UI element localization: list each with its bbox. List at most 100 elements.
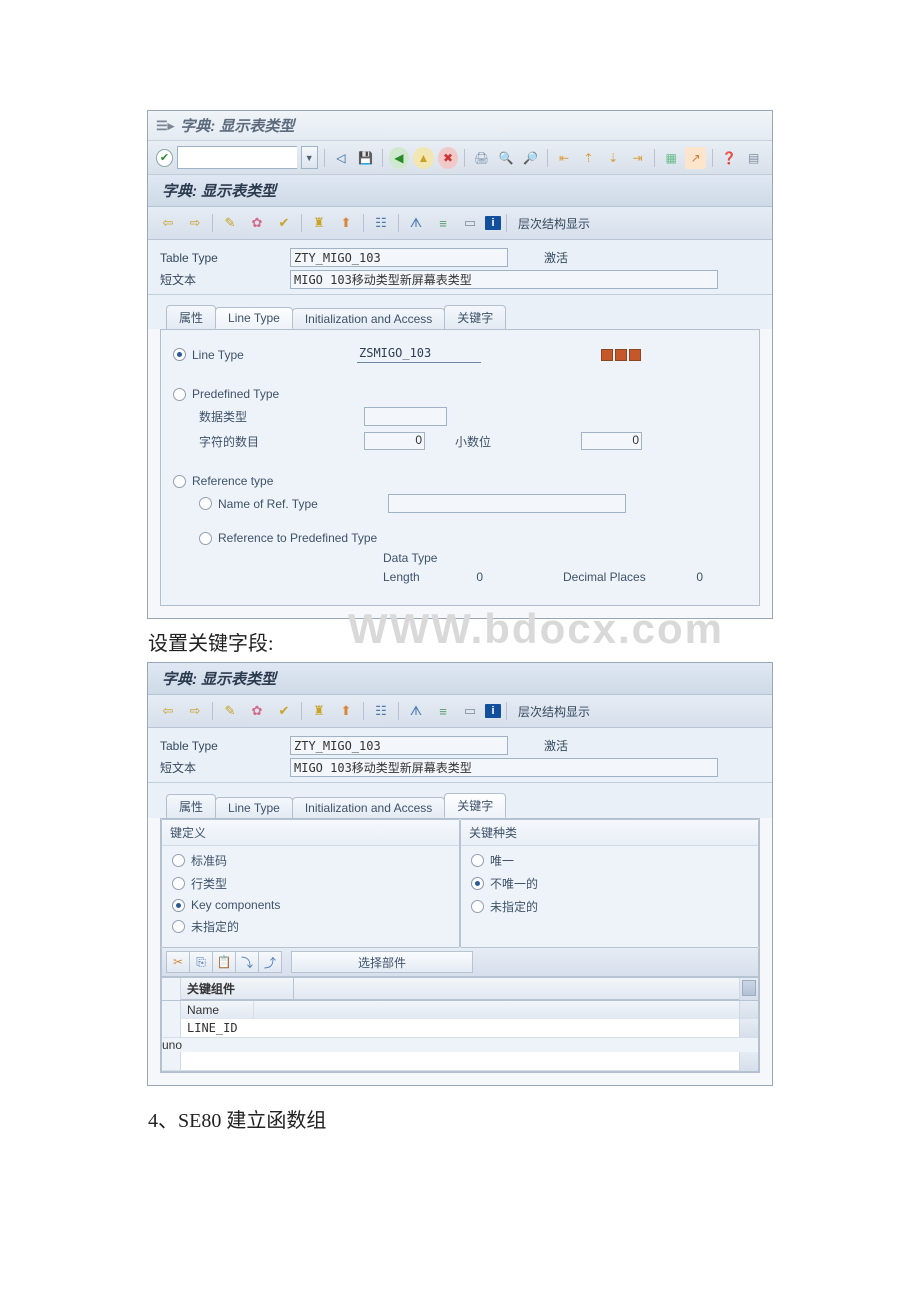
nav-back-icon[interactable]: ⇦	[156, 212, 180, 234]
activate-icon[interactable]: ♜	[307, 700, 331, 722]
tabstrip-2: 属性 Line Type Initialization and Access 关…	[148, 783, 772, 818]
hierarchy-display-label[interactable]: 层次结构显示	[518, 215, 590, 232]
find-next-icon[interactable]: 🔎	[520, 147, 541, 169]
new-session-icon[interactable]: ▦	[661, 147, 682, 169]
table-type-label: Table Type	[160, 739, 290, 753]
header-form-2: Table Type 激活 短文本	[148, 728, 772, 783]
data-type-field	[364, 407, 447, 426]
next-page-icon[interactable]: ⇣	[603, 147, 624, 169]
info-icon[interactable]: i	[485, 704, 501, 718]
col-name-header[interactable]: Name	[181, 1001, 254, 1019]
select-component-button[interactable]: 选择部件	[291, 951, 473, 973]
tab-line-type[interactable]: Line Type	[215, 307, 293, 329]
sap-window-2: 字典: 显示表类型 ⇦ ⇨ ✎ ✿ ✔ ♜ ⬆ ☷ ᗑ ≡ ▭ i 层次结构显示…	[147, 662, 773, 1086]
layout-icon[interactable]: ▤	[743, 147, 764, 169]
exit-icon[interactable]: ▲	[413, 147, 434, 169]
char-count-field: 0	[364, 432, 425, 450]
save-icon[interactable]: 💾	[355, 147, 376, 169]
char-count-label: 字符的数目	[173, 433, 364, 450]
doc-icon[interactable]: ▭	[458, 212, 482, 234]
short-text-label: 短文本	[160, 271, 290, 288]
display-change-icon[interactable]: ✎	[218, 700, 242, 722]
table-row[interactable]	[162, 1052, 758, 1071]
help-icon[interactable]: ❓	[719, 147, 740, 169]
ok-icon[interactable]: ✔	[156, 149, 173, 167]
radio-predef-type[interactable]	[173, 388, 186, 401]
prev-page-icon[interactable]: ⇡	[578, 147, 599, 169]
nav-back-icon[interactable]: ⇦	[156, 700, 180, 722]
check-icon[interactable]: ✔	[272, 700, 296, 722]
row-name-cell[interactable]: LINE_ID	[181, 1019, 739, 1037]
header-form: Table Type 激活 短文本	[148, 240, 772, 295]
delete-row-icon[interactable]: ⤴	[258, 951, 282, 973]
last-page-icon[interactable]: ⇥	[627, 147, 648, 169]
key-comp-title: 关键组件	[181, 978, 294, 1000]
append-icon[interactable]: ≡	[431, 212, 455, 234]
ref-type-label: Reference type	[192, 474, 357, 488]
status-label: 激活	[544, 249, 568, 266]
cut-icon[interactable]: ✂	[166, 951, 190, 973]
where-used-icon[interactable]: ⬆	[334, 700, 358, 722]
row-name-cell-empty[interactable]	[181, 1052, 739, 1070]
doc-icon[interactable]: ▭	[458, 700, 482, 722]
other-object-icon[interactable]: ✿	[245, 212, 269, 234]
activate-icon[interactable]: ♜	[307, 212, 331, 234]
tab-init-access[interactable]: Initialization and Access	[292, 797, 445, 818]
table-row[interactable]: LINE_ID	[162, 1019, 758, 1038]
line-type-value[interactable]: ZSMIGO_103	[357, 346, 481, 363]
key-def-opt2: 行类型	[191, 875, 227, 892]
radio-line-type[interactable]	[173, 348, 186, 361]
radio-ref-name[interactable]	[199, 497, 212, 510]
display-change-icon[interactable]: ✎	[218, 212, 242, 234]
key-kind-opt2: 不唯一的	[490, 875, 538, 892]
decimals-label: 小数位	[455, 433, 491, 450]
tab-key[interactable]: 关键字	[444, 305, 506, 329]
info-icon[interactable]: i	[485, 216, 501, 230]
radio-kind-unspec[interactable]	[471, 900, 484, 913]
first-page-icon[interactable]: ⇤	[554, 147, 575, 169]
copy-icon[interactable]: ⎘	[189, 951, 213, 973]
back-icon[interactable]: ◀	[389, 147, 410, 169]
paste-icon[interactable]: 📋	[212, 951, 236, 973]
f4-help-icon[interactable]	[601, 349, 641, 361]
window-menu-icon[interactable]: ☰▸	[156, 118, 174, 134]
command-dropdown-icon[interactable]: ▼	[301, 146, 318, 169]
append-icon[interactable]: ≡	[431, 700, 455, 722]
shortcut-icon[interactable]: ↗	[685, 147, 706, 169]
enter-icon[interactable]: ◁	[331, 147, 352, 169]
hierarchy-icon[interactable]: ☷	[369, 700, 393, 722]
where-used-icon[interactable]: ⬆	[334, 212, 358, 234]
tab-init-access[interactable]: Initialization and Access	[292, 308, 445, 329]
radio-unspecified[interactable]	[172, 920, 185, 933]
nav-fwd-icon[interactable]: ⇨	[183, 700, 207, 722]
tab-line-type[interactable]: Line Type	[215, 797, 293, 818]
check-icon[interactable]: ✔	[272, 212, 296, 234]
tab-key[interactable]: 关键字	[444, 793, 506, 818]
length-value: 0	[453, 570, 483, 584]
short-text-label: 短文本	[160, 759, 290, 776]
nav-fwd-icon[interactable]: ⇨	[183, 212, 207, 234]
radio-unique[interactable]	[471, 854, 484, 867]
radio-std-key[interactable]	[172, 854, 185, 867]
insert-row-icon[interactable]: ⤵	[235, 951, 259, 973]
find-icon[interactable]: 🔍	[496, 147, 517, 169]
command-field[interactable]	[177, 146, 297, 169]
radio-row-type[interactable]	[172, 877, 185, 890]
key-comp-toolbar: ✂ ⎘ 📋 ⤵ ⤴ 选择部件	[161, 948, 759, 977]
tree-icon[interactable]: ᗑ	[404, 700, 428, 722]
cancel-icon[interactable]: ✖	[438, 147, 459, 169]
radio-key-components[interactable]	[172, 899, 185, 912]
radio-nonunique[interactable]	[471, 877, 484, 890]
tab-attributes[interactable]: 属性	[166, 305, 216, 329]
radio-ref-predef[interactable]	[199, 532, 212, 545]
radio-ref-type[interactable]	[173, 475, 186, 488]
hierarchy-display-label[interactable]: 层次结构显示	[518, 703, 590, 720]
scrollbar-thumb[interactable]	[742, 980, 756, 996]
tree-icon[interactable]: ᗑ	[404, 212, 428, 234]
key-def-opt3: Key components	[191, 898, 280, 912]
print-icon[interactable]: 🖨	[471, 147, 492, 169]
hierarchy-icon[interactable]: ☷	[369, 212, 393, 234]
key-comp-grid: 关键组件 Name LINE_ID uno	[161, 977, 759, 1072]
other-object-icon[interactable]: ✿	[245, 700, 269, 722]
tab-attributes[interactable]: 属性	[166, 794, 216, 818]
